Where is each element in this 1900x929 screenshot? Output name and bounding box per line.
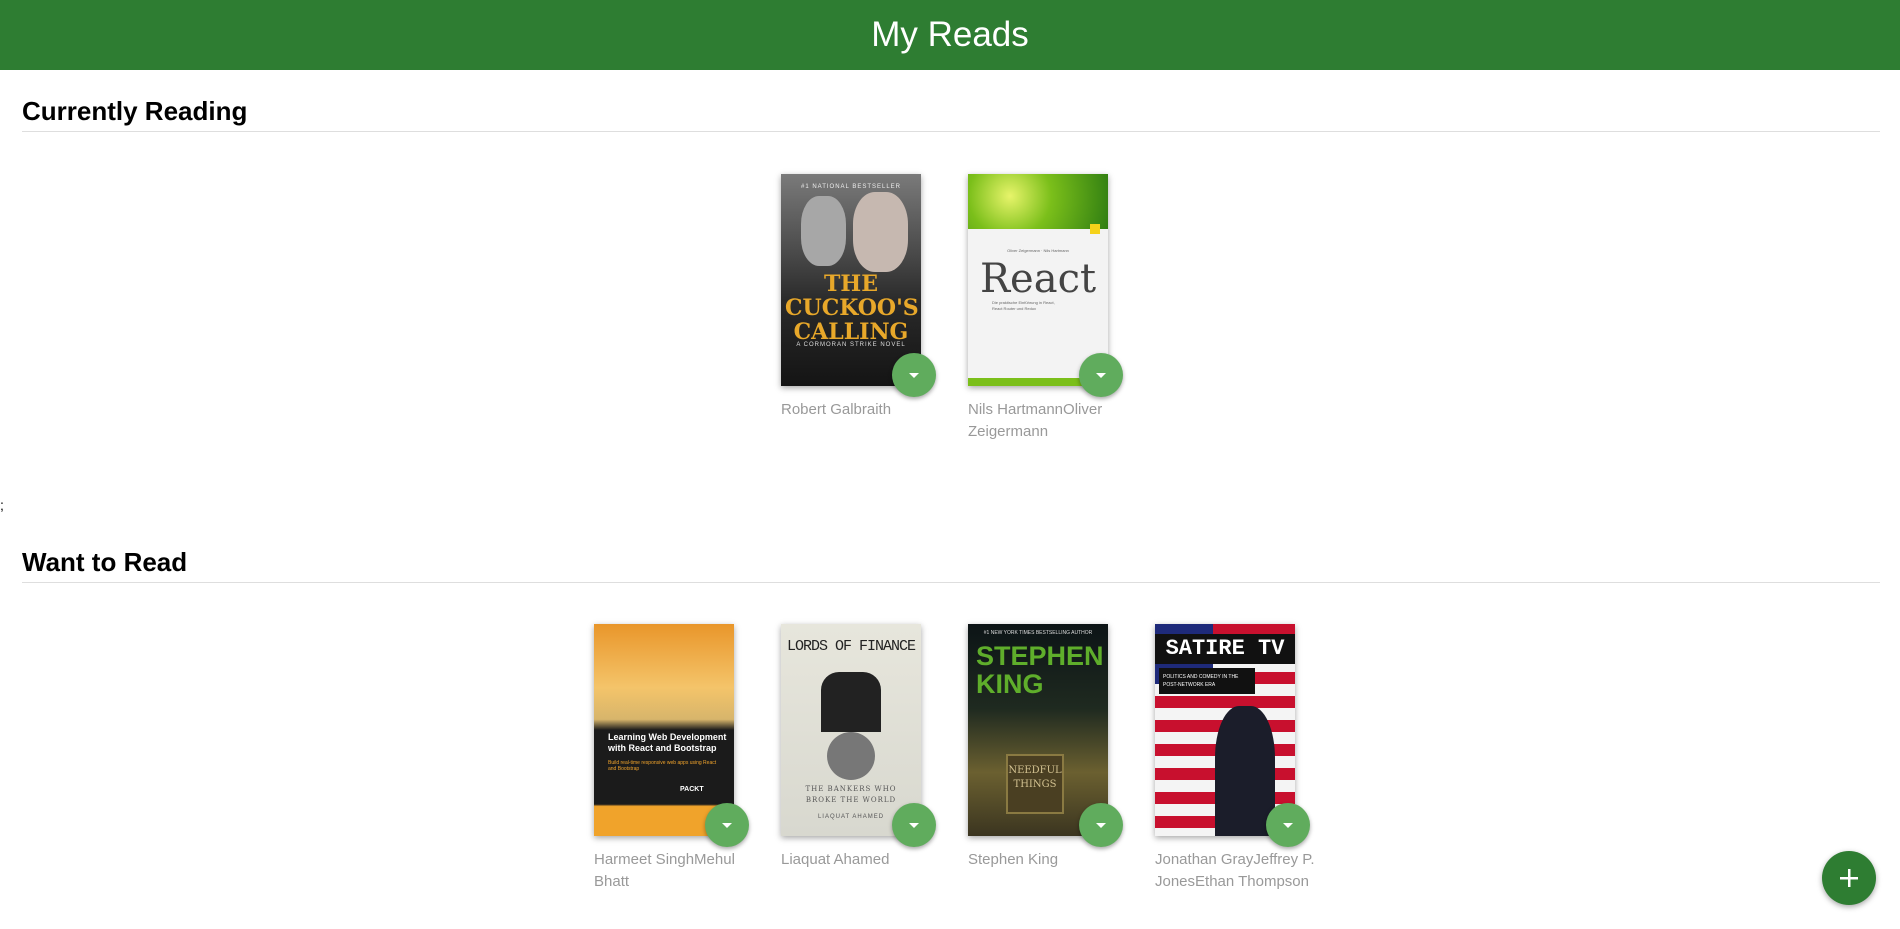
add-book-button[interactable] — [1822, 851, 1876, 905]
cover-subtitle: THE BANKERS WHO BROKE THE WORLD — [805, 785, 897, 804]
cover-subtitle: Build real-time responsive web apps usin… — [608, 760, 717, 772]
book-cover[interactable]: LORDS OF FINANCE THE BANKERS WHO BROKE T… — [781, 624, 921, 836]
cover-title: THE CUCKOO'S CALLING — [785, 271, 919, 345]
book-authors: Nils HartmannOliver Zeigermann — [968, 401, 1103, 440]
cover-title: LORDS OF FINANCE — [786, 638, 916, 655]
caret-down-icon — [909, 822, 919, 828]
shelf-changer-button[interactable] — [892, 803, 936, 847]
stray-text: ; — [0, 497, 4, 513]
shelf-changer-button[interactable] — [1266, 803, 1310, 847]
shelf-changer-button[interactable] — [892, 353, 936, 397]
cover-figure — [1215, 706, 1275, 836]
book-authors: Jonathan GrayJeffrey P. JonesEthan Thomp… — [1155, 851, 1315, 890]
cover-subtitle: NEEDFUL THINGS — [1006, 754, 1064, 814]
cover-subtitle: POLITICS AND COMEDY IN THE POST-NETWORK … — [1159, 668, 1255, 694]
cover-subtitle: Die praktische Einführung in React, Reac… — [992, 300, 1055, 311]
book-cover[interactable]: #1 NATIONAL BESTSELLER THE CUCKOO'S CALL… — [781, 174, 921, 386]
book-cover[interactable]: #1 NEW YORK TIMES BESTSELLING AUTHOR STE… — [968, 624, 1108, 836]
cover-figure — [801, 196, 846, 266]
cover-title: SATIRE TV — [1155, 634, 1295, 664]
book-cover[interactable]: Learning Web Development with React and … — [594, 624, 734, 836]
cover-figures — [821, 672, 881, 732]
cover-title: Learning Web Development with React and … — [608, 732, 727, 753]
shelf-changer-button[interactable] — [1079, 353, 1123, 397]
cover-figure — [853, 192, 908, 272]
shelf-title-want-to-read: Want to Read — [22, 547, 188, 577]
book-authors: Stephen King — [968, 851, 1059, 868]
caret-down-icon — [909, 372, 919, 378]
shelf-changer-button[interactable] — [1079, 803, 1123, 847]
cover-globe — [827, 732, 875, 780]
cover-logo — [1090, 224, 1100, 234]
app-title: My Reads — [871, 15, 1029, 54]
caret-down-icon — [722, 822, 732, 828]
shelf-title-currently-reading: Currently Reading — [22, 96, 248, 126]
book-cover[interactable]: SATIRE TV POLITICS AND COMEDY IN THE POS… — [1155, 624, 1295, 836]
cover-title: STEPHEN KING — [976, 641, 1104, 699]
book-authors: Liaquat Ahamed — [781, 851, 890, 868]
plus-icon — [1840, 869, 1858, 887]
cover-title: React — [979, 256, 1097, 302]
book-authors: Robert Galbraith — [781, 401, 892, 418]
cover-subtitle: A CORMORAN STRIKE NOVEL — [796, 342, 906, 348]
cover-top-line: #1 NEW YORK TIMES BESTSELLING AUTHOR — [983, 630, 1093, 636]
cover-banner — [968, 174, 1108, 229]
caret-down-icon — [1283, 822, 1293, 828]
caret-down-icon — [1096, 372, 1106, 378]
app-header: My Reads — [0, 0, 1900, 70]
cover-badge: PACKT — [680, 786, 704, 793]
shelf-changer-button[interactable] — [705, 803, 749, 847]
cover-top-line: #1 NATIONAL BESTSELLER — [800, 184, 902, 190]
book-authors: Harmeet SinghMehul Bhatt — [594, 851, 735, 890]
caret-down-icon — [1096, 822, 1106, 828]
shelf-divider — [22, 582, 1880, 583]
book-cover[interactable]: Oliver Zeigermann · Nils Hartmann React … — [968, 174, 1108, 386]
cover-top-line: Oliver Zeigermann · Nils Hartmann — [1007, 248, 1069, 253]
shelf-divider — [22, 131, 1880, 132]
